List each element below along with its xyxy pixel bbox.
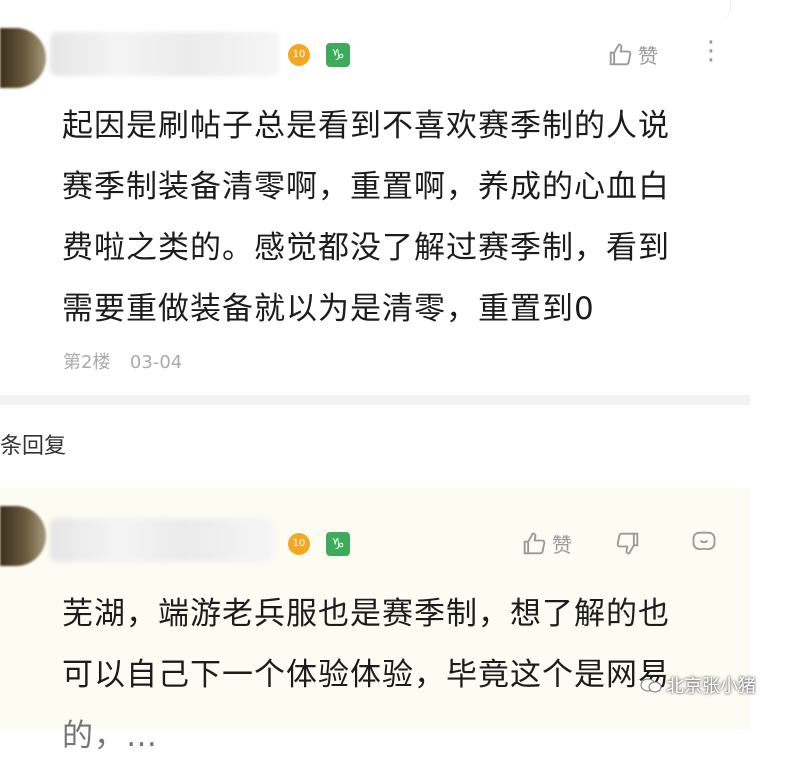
zodiac-badge: ♑: [326, 43, 350, 67]
post-line: 需要重做装备就以为是清零，重置到0: [62, 291, 595, 327]
username-blurred[interactable]: [50, 32, 280, 76]
like-button[interactable]: 赞: [606, 40, 658, 69]
post-card: 10 ♑ 赞 ⋮ 起因是刷帖子总是看到不喜欢赛季制的人说 赛季制装备清零啊，重置…: [0, 0, 750, 395]
comment-icon: [692, 531, 716, 550]
username-blurred[interactable]: [50, 518, 275, 562]
post-content: 起因是刷帖子总是看到不喜欢赛季制的人说 赛季制装备清零啊，重置啊，养成的心血白 …: [62, 96, 742, 340]
section-divider: [0, 395, 750, 405]
reply-line: 的，…: [62, 718, 158, 754]
dislike-button[interactable]: [614, 529, 642, 557]
reply-card: 10 ♑ 赞 芜湖，端游老兵服也是赛季制，想了解的也 可以自己下一个体验体验，毕…: [0, 488, 750, 754]
watermark-logo-icon: [640, 678, 662, 693]
like-label: 赞: [552, 533, 572, 557]
avatar[interactable]: [0, 506, 46, 566]
more-icon[interactable]: ⋮: [698, 38, 724, 64]
comment-button[interactable]: [690, 528, 718, 556]
level-badge: 10: [288, 533, 310, 555]
like-label: 赞: [638, 44, 658, 68]
thumbs-up-icon: [523, 532, 546, 554]
thumbs-up-icon: [609, 43, 632, 65]
reply-count-label[interactable]: 条回复: [0, 428, 66, 460]
zodiac-badge: ♑: [326, 532, 350, 556]
level-badge: 10: [288, 44, 310, 66]
avatar[interactable]: [0, 28, 46, 88]
reply-line: 芜湖，端游老兵服也是赛季制，想了解的也: [62, 596, 670, 632]
post-date: 03-04: [129, 352, 183, 373]
dislike-icon: [616, 532, 639, 555]
like-button[interactable]: 赞: [520, 529, 572, 558]
post-line: 赛季制装备清零啊，重置啊，养成的心血白: [62, 169, 670, 205]
post-line: 费啦之类的。感觉都没了解过赛季制，看到: [62, 230, 670, 266]
watermark: 北京张小猪: [640, 672, 756, 698]
post-line: 起因是刷帖子总是看到不喜欢赛季制的人说: [62, 108, 670, 144]
floor-number: 第2楼: [63, 352, 111, 373]
post-meta: 第2楼 03-04: [63, 348, 182, 374]
watermark-text: 北京张小猪: [666, 676, 756, 697]
